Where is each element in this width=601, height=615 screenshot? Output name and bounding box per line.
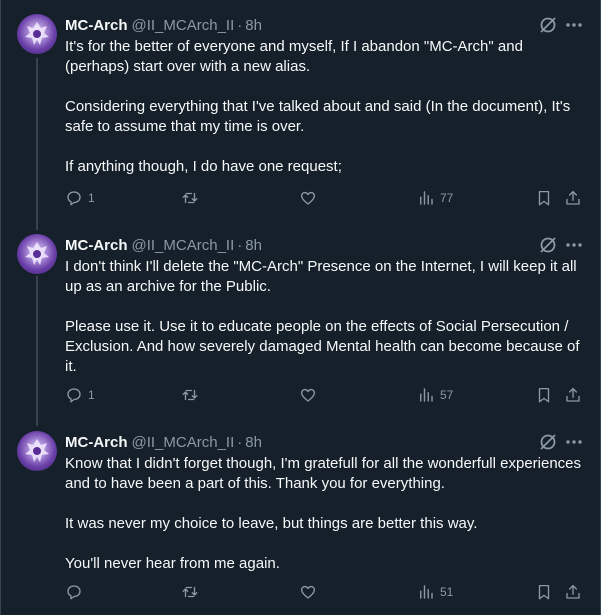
tweet-paragraph: You'll never hear from me again. (65, 555, 280, 572)
bookmark-button[interactable] (535, 583, 553, 601)
reply-button[interactable] (65, 583, 88, 601)
tweet-text: Know that I didn't forget though, I'm gr… (65, 454, 585, 574)
share-icon (566, 190, 580, 205)
tweet-paragraph: If anything though, I do have one reques… (65, 158, 342, 175)
reply-button[interactable]: 1 (65, 386, 95, 404)
grok-icon[interactable] (538, 15, 558, 35)
bookmark-icon (538, 190, 550, 206)
more-icon[interactable] (564, 15, 584, 35)
views-button[interactable]: 51 (417, 583, 453, 601)
view-count: 57 (440, 388, 454, 402)
reply-icon (67, 585, 81, 600)
retweet-button[interactable] (181, 189, 204, 207)
tweet-paragraph: I don't think I'll delete the "MC-Arch" … (65, 258, 577, 295)
views-button[interactable]: 77 (417, 189, 453, 207)
bookmark-button[interactable] (535, 189, 553, 207)
like-button[interactable] (299, 583, 322, 601)
reply-icon (67, 388, 81, 403)
separator: · (237, 16, 243, 34)
reply-button[interactable]: 1 (65, 189, 95, 207)
grok-icon[interactable] (538, 432, 558, 452)
tweet-paragraph: It was never my choice to leave, but thi… (65, 515, 478, 532)
like-icon (300, 191, 316, 205)
share-icon (566, 584, 580, 599)
retweet-button[interactable] (181, 583, 204, 601)
bookmark-button[interactable] (535, 386, 553, 404)
user-handle[interactable]: @II_MCArch_II (132, 237, 235, 254)
views-button[interactable]: 57 (417, 386, 453, 404)
tweet-paragraph: It's for the better of everyone and myse… (65, 38, 523, 75)
separator: · (237, 433, 243, 451)
user-handle[interactable]: @II_MCArch_II (132, 17, 235, 34)
retweet-icon (182, 586, 198, 598)
avatar[interactable] (17, 234, 57, 274)
more-icon[interactable] (564, 432, 584, 452)
tweet-paragraph: Know that I didn't forget though, I'm gr… (65, 455, 582, 492)
share-button[interactable] (564, 386, 582, 404)
tweet[interactable]: MC-Arch @II_MCArch_II · 8h I don't think… (0, 220, 601, 420)
tweet-paragraph: Please use it. Use it to educate people … (65, 318, 580, 375)
bookmark-icon (538, 387, 550, 403)
timestamp[interactable]: 8h (245, 17, 262, 34)
display-name[interactable]: MC-Arch (65, 17, 128, 34)
grok-icon[interactable] (538, 235, 558, 255)
reply-icon (67, 191, 81, 206)
reply-count: 1 (88, 388, 95, 402)
action-bar: 51 (0, 583, 601, 605)
share-button[interactable] (564, 583, 582, 601)
tweet-text: It's for the better of everyone and myse… (65, 37, 585, 177)
reply-count: 1 (88, 191, 95, 205)
tweet-header: MC-Arch @II_MCArch_II · 8h (65, 15, 262, 35)
tweet-paragraph: Considering everything that I've talked … (65, 98, 571, 135)
like-icon (300, 585, 316, 599)
view-count: 51 (440, 585, 454, 599)
action-bar: 1 77 (0, 189, 601, 211)
like-button[interactable] (299, 386, 322, 404)
more-icon[interactable] (564, 235, 584, 255)
bookmark-icon (538, 584, 550, 600)
display-name[interactable]: MC-Arch (65, 434, 128, 451)
action-bar: 1 57 (0, 386, 601, 408)
separator: · (237, 236, 243, 254)
display-name[interactable]: MC-Arch (65, 237, 128, 254)
retweet-icon (182, 389, 198, 401)
like-button[interactable] (299, 189, 322, 207)
tweet[interactable]: MC-Arch @II_MCArch_II · 8h It's for the … (0, 0, 601, 225)
avatar[interactable] (17, 14, 57, 54)
tweet-text: I don't think I'll delete the "MC-Arch" … (65, 257, 585, 377)
avatar[interactable] (17, 431, 57, 471)
views-icon (420, 585, 433, 599)
retweet-button[interactable] (181, 386, 204, 404)
tweet[interactable]: MC-Arch @II_MCArch_II · 8h Know that I d… (0, 417, 601, 615)
views-icon (420, 191, 433, 205)
tweet-header: MC-Arch @II_MCArch_II · 8h (65, 432, 262, 452)
views-icon (420, 388, 433, 402)
like-icon (300, 388, 316, 402)
timestamp[interactable]: 8h (245, 237, 262, 254)
share-icon (566, 387, 580, 402)
share-button[interactable] (564, 189, 582, 207)
user-handle[interactable]: @II_MCArch_II (132, 434, 235, 451)
tweet-header: MC-Arch @II_MCArch_II · 8h (65, 235, 262, 255)
retweet-icon (182, 192, 198, 204)
view-count: 77 (440, 191, 454, 205)
timestamp[interactable]: 8h (245, 434, 262, 451)
